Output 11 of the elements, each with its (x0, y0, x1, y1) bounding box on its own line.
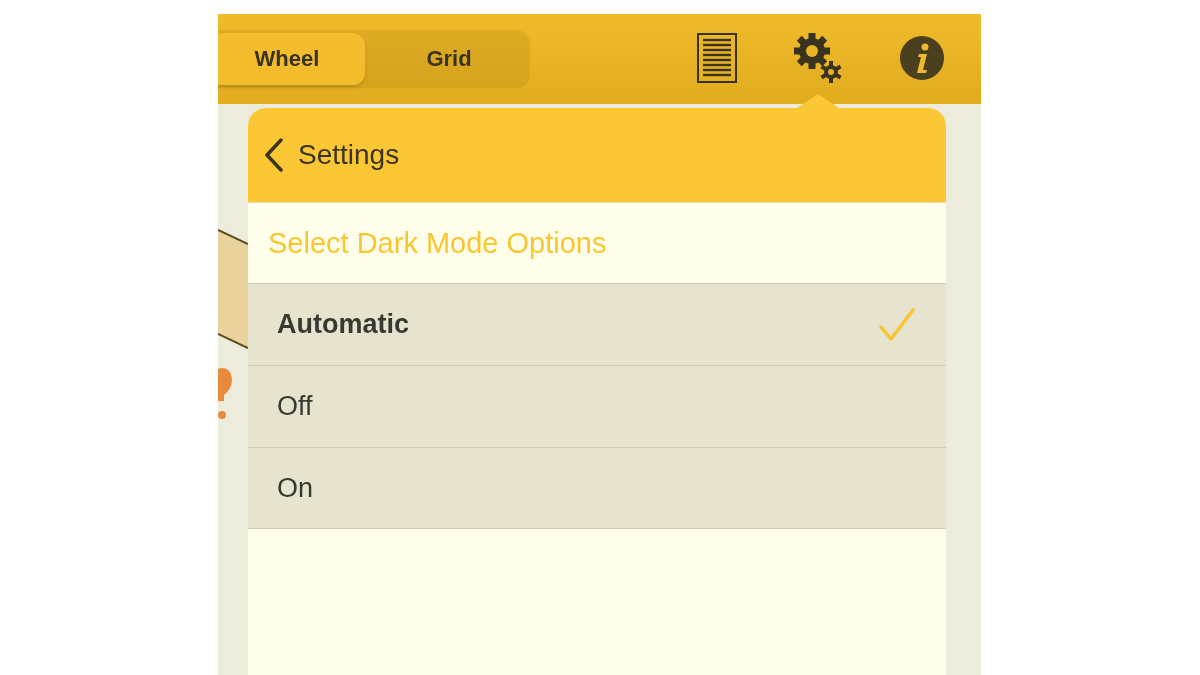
list-icon[interactable] (697, 32, 737, 86)
option-label: On (277, 472, 315, 504)
option-label: Off (277, 391, 314, 422)
option-row[interactable]: Off (248, 365, 946, 447)
segment-tab[interactable]: Wheel (218, 33, 365, 85)
chevron-icon (264, 138, 284, 172)
back-button[interactable]: Settings (248, 138, 400, 172)
segment-tab[interactable]: Grid (371, 33, 527, 85)
option-row[interactable]: Automatic (248, 283, 946, 365)
option-label: Automatic (277, 309, 410, 340)
option-row[interactable]: On (248, 447, 946, 529)
